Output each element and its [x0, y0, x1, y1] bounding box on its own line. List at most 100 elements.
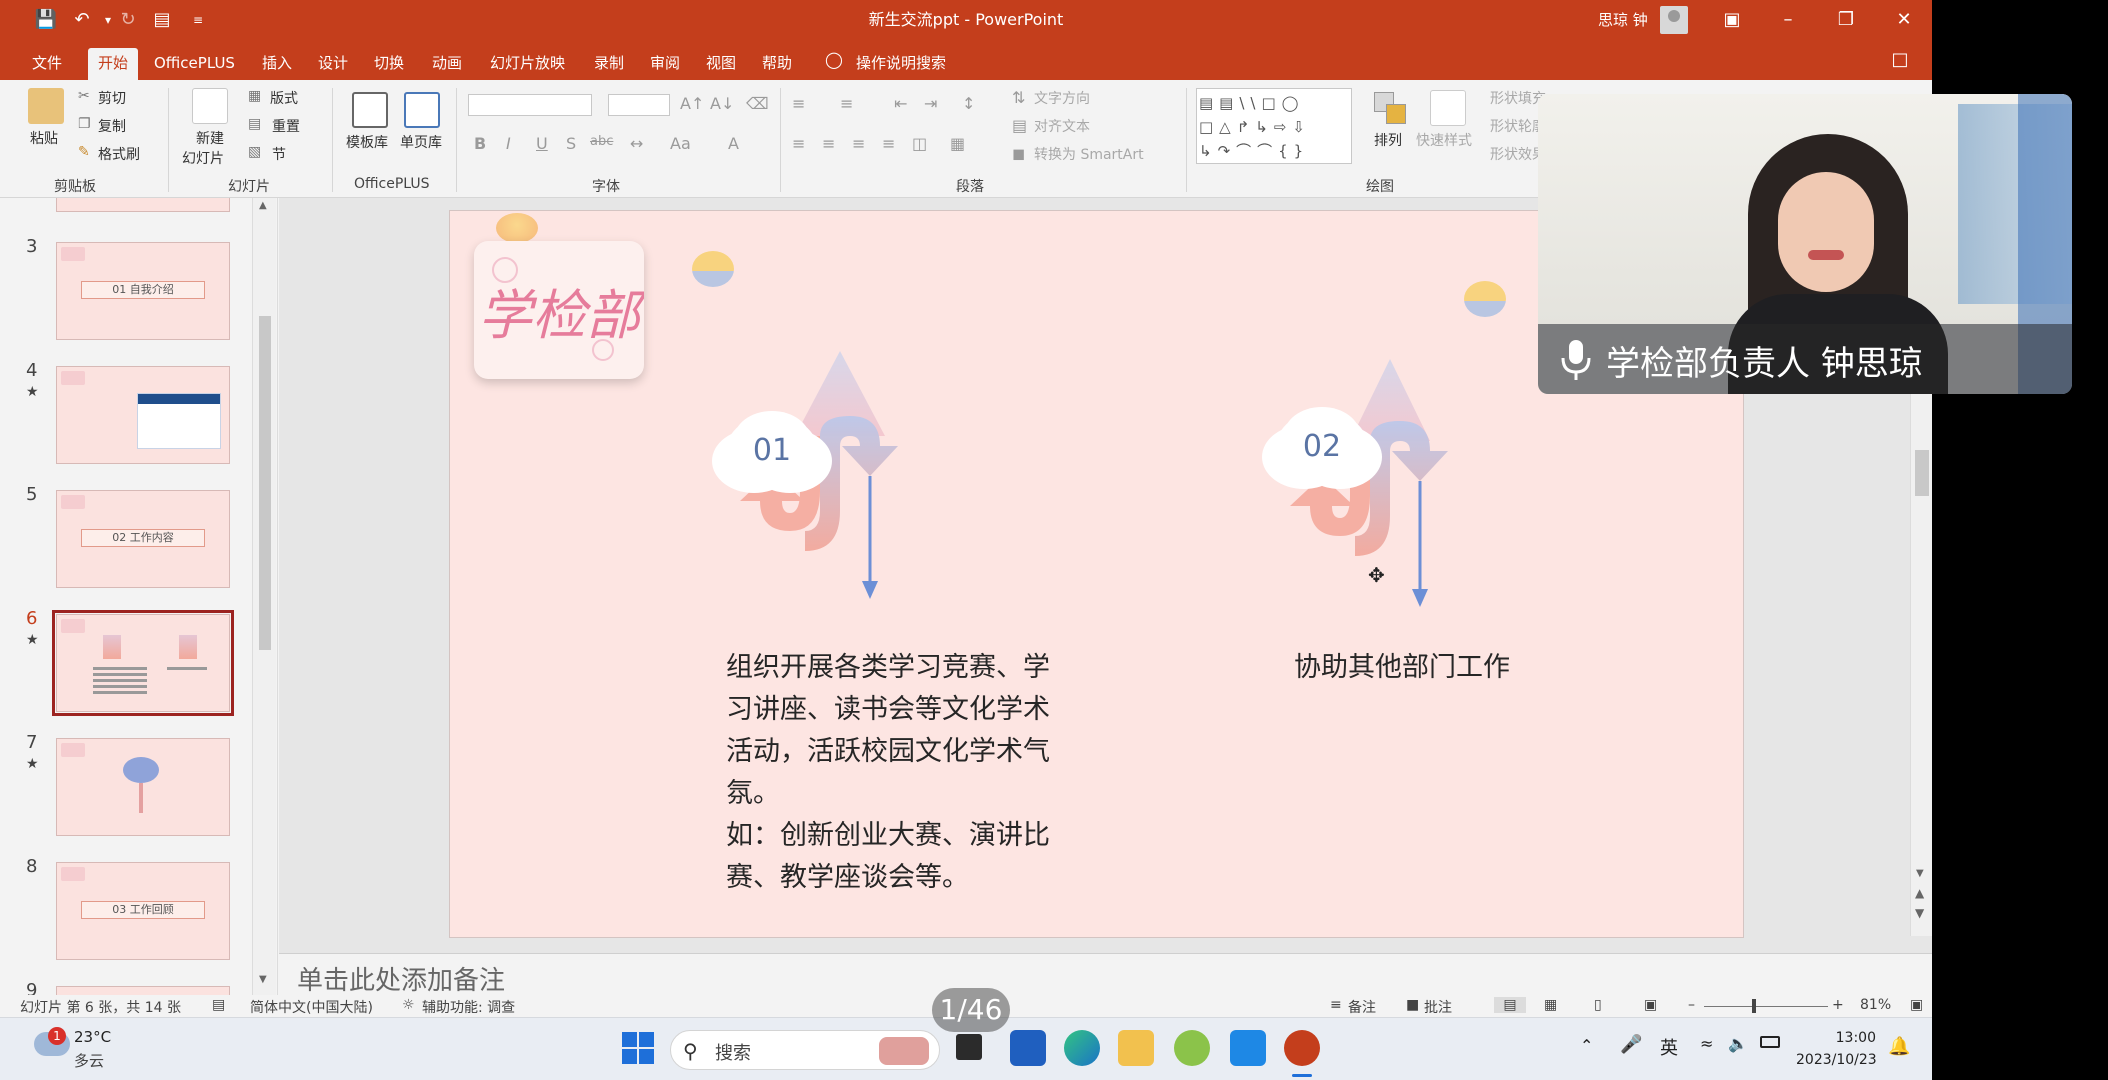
tab-animations[interactable]: 动画	[422, 48, 472, 80]
format-painter-icon[interactable]: ✎	[78, 144, 90, 160]
item-1-description[interactable]: 组织开展各类学习竞赛、学 习讲座、读书会等文化学术 活动，活跃校园文化学术气 氛…	[726, 647, 1050, 899]
notes-pane[interactable]: 单击此处添加备注	[279, 953, 1932, 997]
text-direction-icon[interactable]: ⇅	[1012, 88, 1025, 107]
windows-start-icon[interactable]	[622, 1032, 654, 1064]
align-text-icon[interactable]: ▤	[1012, 116, 1027, 135]
normal-view-icon[interactable]: ▤	[1494, 997, 1526, 1013]
bullets-icon[interactable]: ≡	[792, 94, 805, 113]
user-avatar[interactable]	[1660, 6, 1688, 34]
file-explorer-icon[interactable]	[1118, 1030, 1154, 1066]
decrease-indent-icon[interactable]: ⇤	[894, 94, 907, 113]
slide-thumbnail-3[interactable]: 01 自我介绍	[56, 242, 230, 340]
clock-date[interactable]: 2023/10/23	[1796, 1052, 1877, 1068]
slide-thumbnail-6[interactable]	[52, 610, 234, 716]
tab-review[interactable]: 审阅	[640, 48, 690, 80]
slide-thumbnail[interactable]	[56, 198, 230, 212]
notes-placeholder[interactable]: 单击此处添加备注	[297, 960, 505, 997]
new-slide-button-line2[interactable]: 幻灯片	[182, 148, 224, 168]
tab-view[interactable]: 视图	[696, 48, 746, 80]
wifi-icon[interactable]: ≈	[1700, 1034, 1713, 1053]
spelling-icon[interactable]: ▤	[212, 997, 225, 1013]
increase-indent-icon[interactable]: ⇥	[924, 94, 937, 113]
template-library-button[interactable]: 模板库	[346, 132, 388, 152]
meeting-app-icon[interactable]	[1230, 1030, 1266, 1066]
justify-icon[interactable]: ≡	[882, 134, 895, 153]
align-right-icon[interactable]: ≡	[852, 134, 865, 153]
strikethrough-button[interactable]: abc	[590, 134, 613, 149]
section-icon[interactable]: ▧	[248, 144, 261, 160]
zoom-slider[interactable]	[1704, 1006, 1828, 1007]
format-painter-button[interactable]: 格式刷	[98, 144, 140, 164]
columns-icon[interactable]: ◫	[912, 134, 927, 153]
minimize-icon[interactable]: –	[1760, 0, 1816, 40]
volume-icon[interactable]: 🔈	[1728, 1034, 1748, 1053]
reset-button[interactable]: 重置	[272, 116, 300, 136]
zoom-level[interactable]: 81%	[1860, 997, 1891, 1013]
notification-bell-icon[interactable]: 🔔	[1888, 1036, 1910, 1057]
zoom-in-icon[interactable]: +	[1832, 997, 1844, 1013]
layout-button[interactable]: 版式	[270, 88, 298, 108]
single-page-library-button[interactable]: 单页库	[400, 132, 442, 152]
slideshow-view-icon[interactable]: ▣	[1644, 997, 1657, 1013]
new-slide-icon[interactable]	[192, 88, 228, 124]
decrease-font-icon[interactable]: A↓	[710, 94, 734, 113]
tell-me-search[interactable]: 操作说明搜索	[856, 48, 946, 78]
slide-sorter-icon[interactable]: ▦	[1544, 997, 1557, 1013]
notes-button[interactable]: 备注	[1348, 997, 1376, 1017]
item-2-description[interactable]: 协助其他部门工作	[1294, 647, 1510, 689]
scroll-up-icon[interactable]: ▲	[259, 200, 267, 211]
smartart-icon[interactable]: ◼	[1012, 144, 1025, 163]
scroll-down-icon[interactable]: ▼	[259, 974, 267, 985]
arrange-button[interactable]: 排列	[1374, 130, 1402, 150]
powerpoint-taskbar-icon[interactable]	[1284, 1030, 1320, 1066]
convert-smartart-button[interactable]: 转换为 SmartArt	[1034, 144, 1144, 164]
text-direction-button[interactable]: 文字方向	[1034, 88, 1090, 108]
tab-transitions[interactable]: 切换	[364, 48, 414, 80]
copy-icon[interactable]: ❐	[78, 116, 91, 132]
font-family-select[interactable]	[468, 94, 592, 116]
battery-icon[interactable]	[1760, 1036, 1780, 1048]
slide-thumbnail-5[interactable]: 02 工作内容	[56, 490, 230, 588]
single-page-library-icon[interactable]	[404, 92, 440, 128]
scrollbar-thumb[interactable]	[259, 316, 271, 650]
taskbar-search[interactable]: ⚲ 搜索	[670, 1030, 940, 1070]
numbering-icon[interactable]: ≡	[840, 94, 853, 113]
slide-thumbnail-4[interactable]	[56, 366, 230, 464]
arrange-icon[interactable]	[1372, 90, 1408, 126]
show-hidden-icons[interactable]: ⌃	[1580, 1036, 1593, 1055]
align-text-button[interactable]: 对齐文本	[1034, 116, 1090, 136]
tab-officeplus[interactable]: OfficePLUS	[144, 48, 245, 80]
char-spacing-icon[interactable]: ↔	[630, 134, 643, 153]
new-slide-button-line1[interactable]: 新建	[196, 128, 224, 148]
weather-desc[interactable]: 多云	[74, 1050, 104, 1071]
microphone-icon[interactable]: 🎤	[1620, 1034, 1642, 1055]
tab-help[interactable]: 帮助	[752, 48, 802, 80]
cut-button[interactable]: 剪切	[98, 88, 126, 108]
quick-styles-button[interactable]: 快速样式	[1416, 130, 1472, 150]
align-center-icon[interactable]: ≡	[822, 134, 835, 153]
font-color-button[interactable]: A	[728, 134, 739, 153]
previous-slide-icon[interactable]: ▲	[1915, 886, 1924, 900]
app-icon[interactable]	[1174, 1030, 1210, 1066]
line-spacing-icon[interactable]: ↕	[962, 94, 975, 113]
slide-thumbnail-8[interactable]: 03 工作回顾	[56, 862, 230, 960]
change-case-button[interactable]: Aa	[670, 134, 691, 153]
paste-button[interactable]: 粘贴	[30, 128, 58, 148]
comments-icon[interactable]: □	[1888, 48, 1912, 72]
paragraph-settings-icon[interactable]: ▦	[950, 134, 965, 153]
clock-time[interactable]: 13:00	[1826, 1030, 1876, 1046]
user-name[interactable]: 思琼 钟	[1598, 0, 1648, 40]
template-library-icon[interactable]	[352, 92, 388, 128]
scroll-down-icon[interactable]: ▼	[1916, 868, 1924, 879]
ime-indicator[interactable]: 英	[1660, 1034, 1678, 1060]
tab-slideshow[interactable]: 幻灯片放映	[480, 48, 575, 80]
comments-button[interactable]: 批注	[1424, 997, 1452, 1017]
slide-counter[interactable]: 幻灯片 第 6 张，共 14 张	[20, 997, 181, 1017]
tab-home[interactable]: 开始	[88, 48, 139, 80]
shadow-button[interactable]: S	[566, 134, 576, 153]
language-status[interactable]: 简体中文(中国大陆)	[250, 997, 373, 1017]
tab-file[interactable]: 文件	[22, 48, 72, 80]
increase-font-icon[interactable]: A↑	[680, 94, 704, 113]
underline-button[interactable]: U	[536, 134, 548, 153]
microsoft-store-icon[interactable]	[1010, 1030, 1046, 1066]
